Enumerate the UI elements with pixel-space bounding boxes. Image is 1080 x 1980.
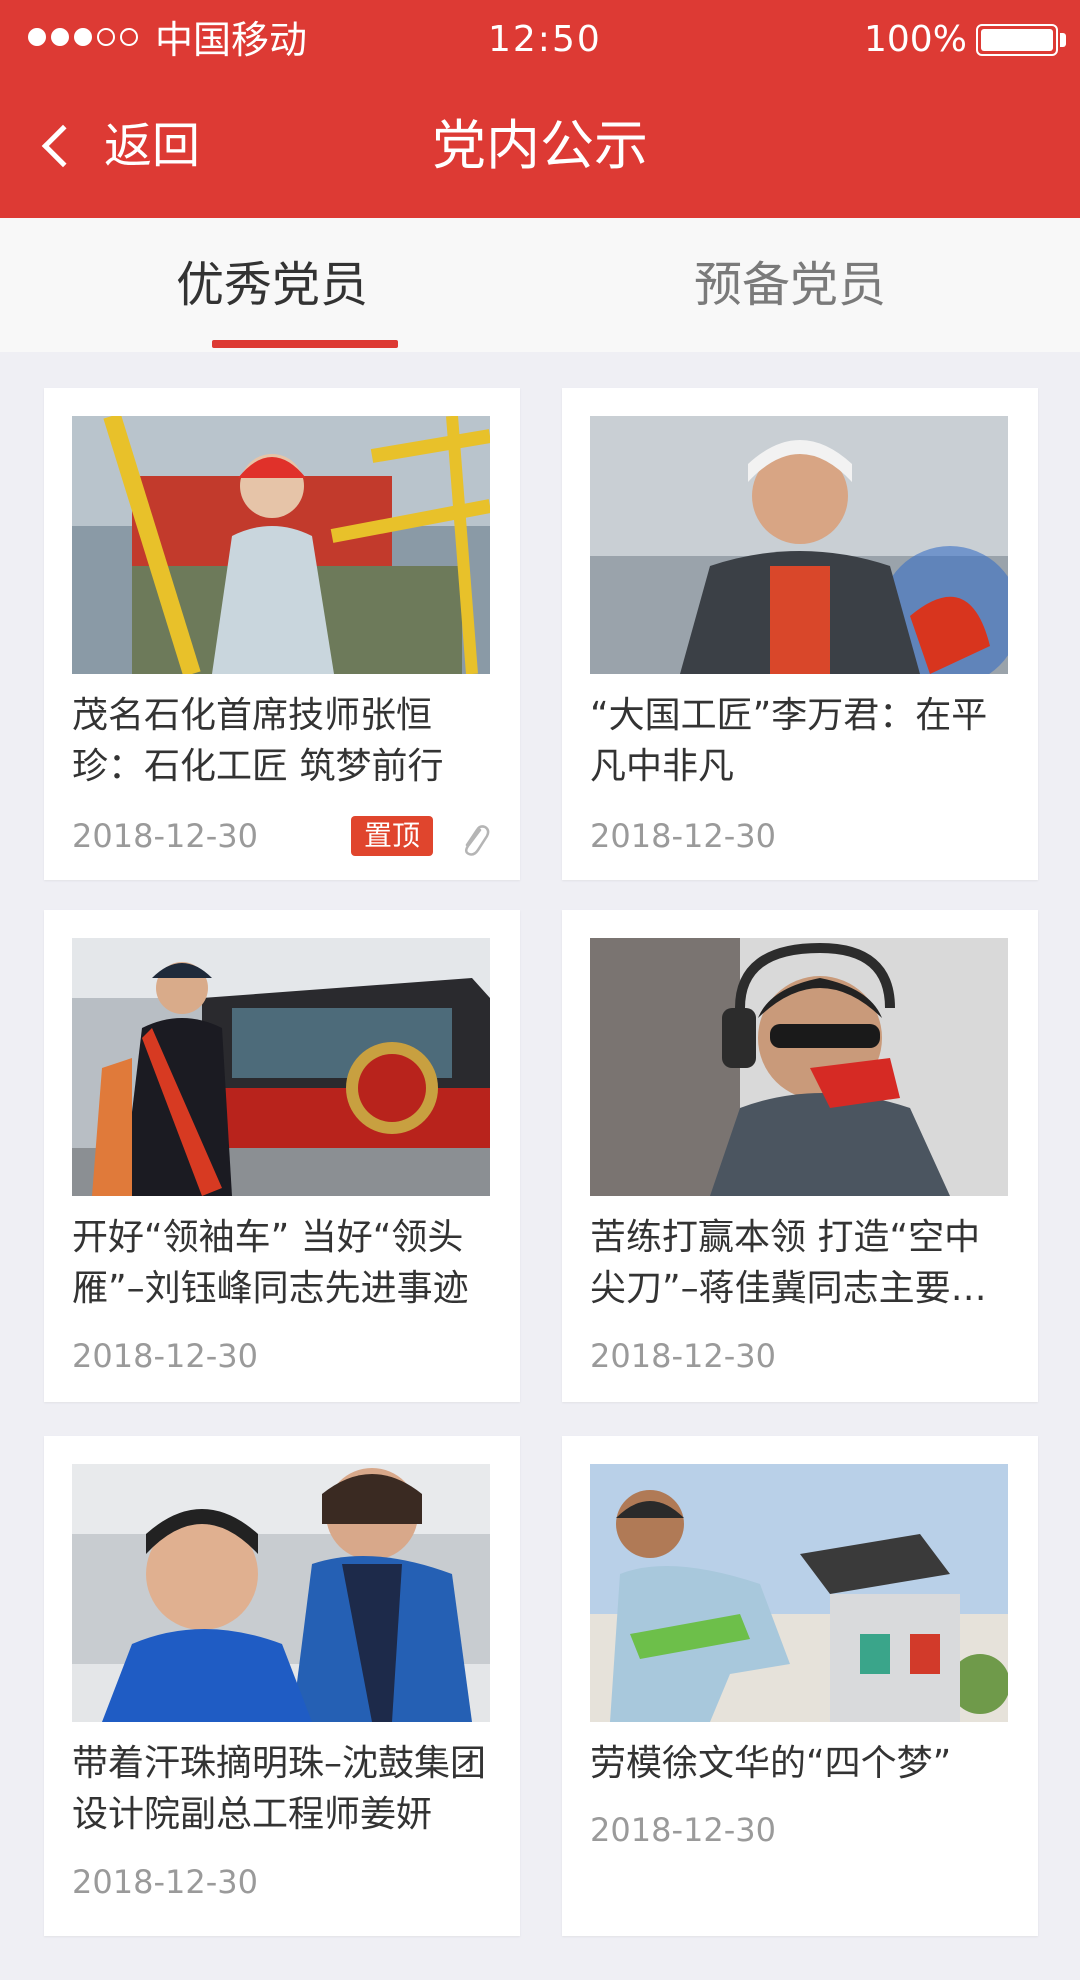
tab-outstanding-members[interactable]: 优秀党员 [0,218,540,352]
article-card[interactable]: 苦练打赢本领 打造“空中尖刀”–蒋佳冀同志主要… 2018-12-30 [562,910,1038,1402]
welder-icon [590,416,1008,674]
worker-icon [72,416,490,674]
page-title: 党内公示 [432,114,648,177]
article-title: 苦练打赢本领 打造“空中尖刀”–蒋佳冀同志主要… [590,1217,987,1309]
article-card[interactable]: 劳模徐文华的“四个梦” 2018-12-30 [562,1436,1038,1936]
engineer-icon [72,1464,490,1722]
status-bar: 中国移动 12:50 100% [0,0,1080,80]
pilot-icon [590,938,1008,1196]
article-date: 2018-12-30 [72,1337,258,1375]
article-card[interactable]: “大国工匠”李万君：在平凡中非凡 2018-12-30 [562,388,1038,880]
nav-bar: 返回 党内公示 [0,92,1080,202]
pinned-badge: 置顶 [351,816,433,856]
carrier-name: 中国移动 [155,18,308,62]
tab-bar: 优秀党员 预备党员 [0,218,1080,352]
article-date: 2018-12-30 [590,1337,776,1375]
tab-probationary-members[interactable]: 预备党员 [540,218,1080,352]
train-icon [72,938,490,1196]
paperclip-icon [465,825,490,856]
tab-active-indicator [212,340,398,348]
battery-icon [976,24,1058,56]
sanitation-icon [590,1464,1008,1722]
article-card[interactable]: 开好“领袖车” 当好“领头雁”–刘钰峰同志先进事迹 2018-12-30 [44,910,520,1402]
tab-label: 优秀党员 [175,257,368,313]
app-header: 中国移动 12:50 100% 返回 党内公示 [0,0,1080,218]
article-date: 2018-12-30 [590,817,776,855]
article-date: 2018-12-30 [590,1811,776,1849]
article-title: “大国工匠”李万君：在平凡中非凡 [590,695,988,787]
article-card[interactable]: 带着汗珠摘明珠–沈鼓集团设计院副总工程师姜妍 2018-12-30 [44,1436,520,1936]
battery-tip [1060,33,1066,47]
article-card[interactable]: 茂名石化首席技师张恒珍：石化工匠 筑梦前行 2018-12-30 置顶 [44,388,520,880]
status-time: 12:50 [488,19,602,60]
battery-percent: 100% [864,19,967,60]
tab-label: 预备党员 [693,257,886,313]
signal-strength-icon [28,28,138,46]
article-title: 茂名石化首席技师张恒珍：石化工匠 筑梦前行 [72,695,444,787]
article-date: 2018-12-30 [72,1863,258,1901]
article-title: 带着汗珠摘明珠–沈鼓集团设计院副总工程师姜妍 [72,1743,487,1835]
article-title: 开好“领袖车” 当好“领头雁”–刘钰峰同志先进事迹 [72,1217,469,1309]
article-date: 2018-12-30 [72,817,258,855]
